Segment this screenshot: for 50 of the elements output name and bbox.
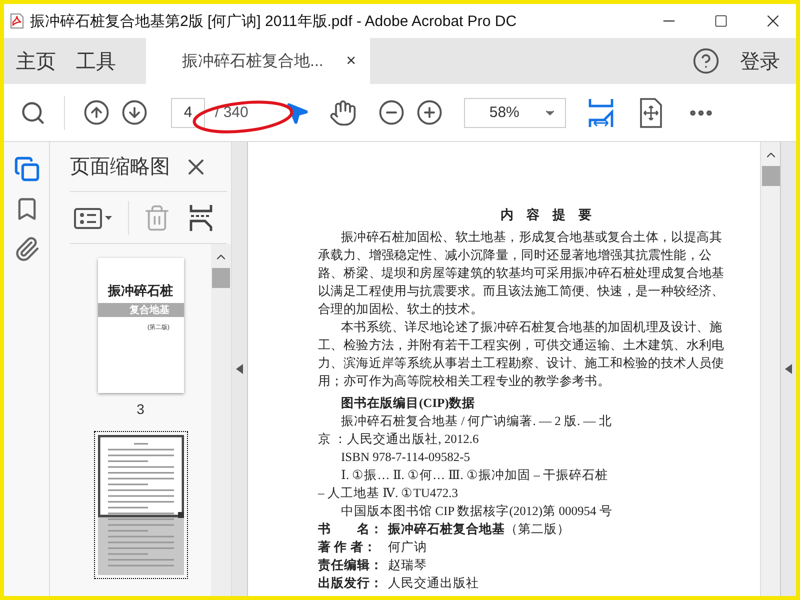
- nav-tab[interactable]: 工具: [66, 38, 126, 84]
- paragraph: 本书系统、详尽地论述了振冲碎石桩复合地基的加固机理及设计、施工、检验方法，并附有若干工程实例，可供交通运输、土木建筑、水利电力、滨海近岸等系统从事岩土工程勘察、设计、施工和检验的技术人员使用；亦可作为高等院校相关工程专业的教学参考书。: [318, 319, 726, 390]
- window-title: 振冲碎石桩复合地基第2版 [何广讷] 2011年版.pdf - Adobe Acrobat Pro DC: [30, 12, 518, 30]
- text-line: 振冲碎石桩复合地基 / 何广讷编著. — 2 版. — 北: [340, 413, 613, 430]
- zoom-in-icon[interactable]: [416, 99, 443, 126]
- pdf-file-icon: [10, 13, 24, 29]
- scroll-thumb[interactable]: [212, 268, 230, 288]
- zoom-out-icon[interactable]: [378, 99, 405, 126]
- paragraph: 振冲碎石桩加固松、软土地基，形成复合地基或复合土体，以提高其承载力、增强稳定性、减小沉降量，同时还显著地增强其抗震性能，公路、桥梁、堤坝和房屋等建筑的软基均可采用振冲碎石桩处理成复合地基以满足工程使用与抗震要求。而且该法施工简便、快速，是一种较经济、合理的加固松、软土的技术。: [318, 229, 726, 318]
- field-value: 赵瑞琴: [388, 557, 427, 574]
- field-label: 出版发行：: [318, 575, 384, 592]
- cover-title: 振冲碎石桩: [108, 282, 173, 300]
- next-page-icon[interactable]: [120, 99, 148, 126]
- nav-tab[interactable]: 主页: [6, 38, 66, 84]
- zoom-dropdown[interactable]: 58%: [464, 98, 566, 128]
- help-icon[interactable]: [692, 47, 720, 75]
- tab-close-button[interactable]: ×: [346, 51, 356, 71]
- scrollbar[interactable]: [211, 244, 231, 596]
- previous-page-icon[interactable]: [82, 99, 110, 126]
- collapse-panel-handle[interactable]: [232, 142, 248, 596]
- scrollbar[interactable]: [760, 142, 780, 596]
- pages-icon[interactable]: [14, 156, 40, 182]
- field-label: 书 名：: [318, 521, 384, 538]
- field-value: 何广讷: [388, 539, 427, 556]
- text-line: 中国版本图书馆 CIP 数据核字(2012)第 000954 号: [340, 503, 614, 520]
- text-line: Ⅰ. ①振… Ⅱ. ①何… Ⅲ. ①振冲加固 – 干振碎石桩: [340, 467, 609, 484]
- expand-panel-handle[interactable]: [780, 142, 796, 596]
- field-label: 责任编辑：: [318, 557, 384, 574]
- paperclip-icon[interactable]: [14, 236, 40, 262]
- fit-width-icon[interactable]: [588, 98, 614, 128]
- search-icon[interactable]: [20, 100, 46, 126]
- text-line: – 人工地基 Ⅳ. ①TU472.3: [318, 485, 460, 502]
- field-value: 振冲碎石桩复合地基（第二版）: [388, 521, 570, 538]
- document-tab[interactable]: 振冲碎石桩复合地... ×: [146, 38, 370, 84]
- section-heading: 内 容 提 要: [500, 206, 592, 224]
- field-label: 著 作 者：: [318, 539, 378, 556]
- page-number-field[interactable]: 4: [171, 98, 205, 128]
- panel-title: 页面缩略图: [70, 155, 170, 180]
- page-number-label: 3: [136, 401, 144, 417]
- hand-icon[interactable]: [329, 98, 358, 126]
- page-move-icon[interactable]: [639, 98, 664, 128]
- text-line: ISBN 978-7-114-09582-5: [340, 449, 472, 466]
- text-line: 京 ：人民交通出版社, 2012.6: [318, 431, 480, 448]
- cover-subtitle: 复合地基: [98, 303, 184, 317]
- field-value: 人民交通出版社: [388, 575, 479, 592]
- scroll-thumb[interactable]: [762, 166, 780, 186]
- cip-heading: 图书在版编目(CIP)数据: [340, 395, 476, 412]
- insert-page-icon[interactable]: [189, 202, 213, 232]
- maximize-icon[interactable]: [714, 14, 728, 28]
- sign-in-link[interactable]: 登录: [740, 48, 780, 74]
